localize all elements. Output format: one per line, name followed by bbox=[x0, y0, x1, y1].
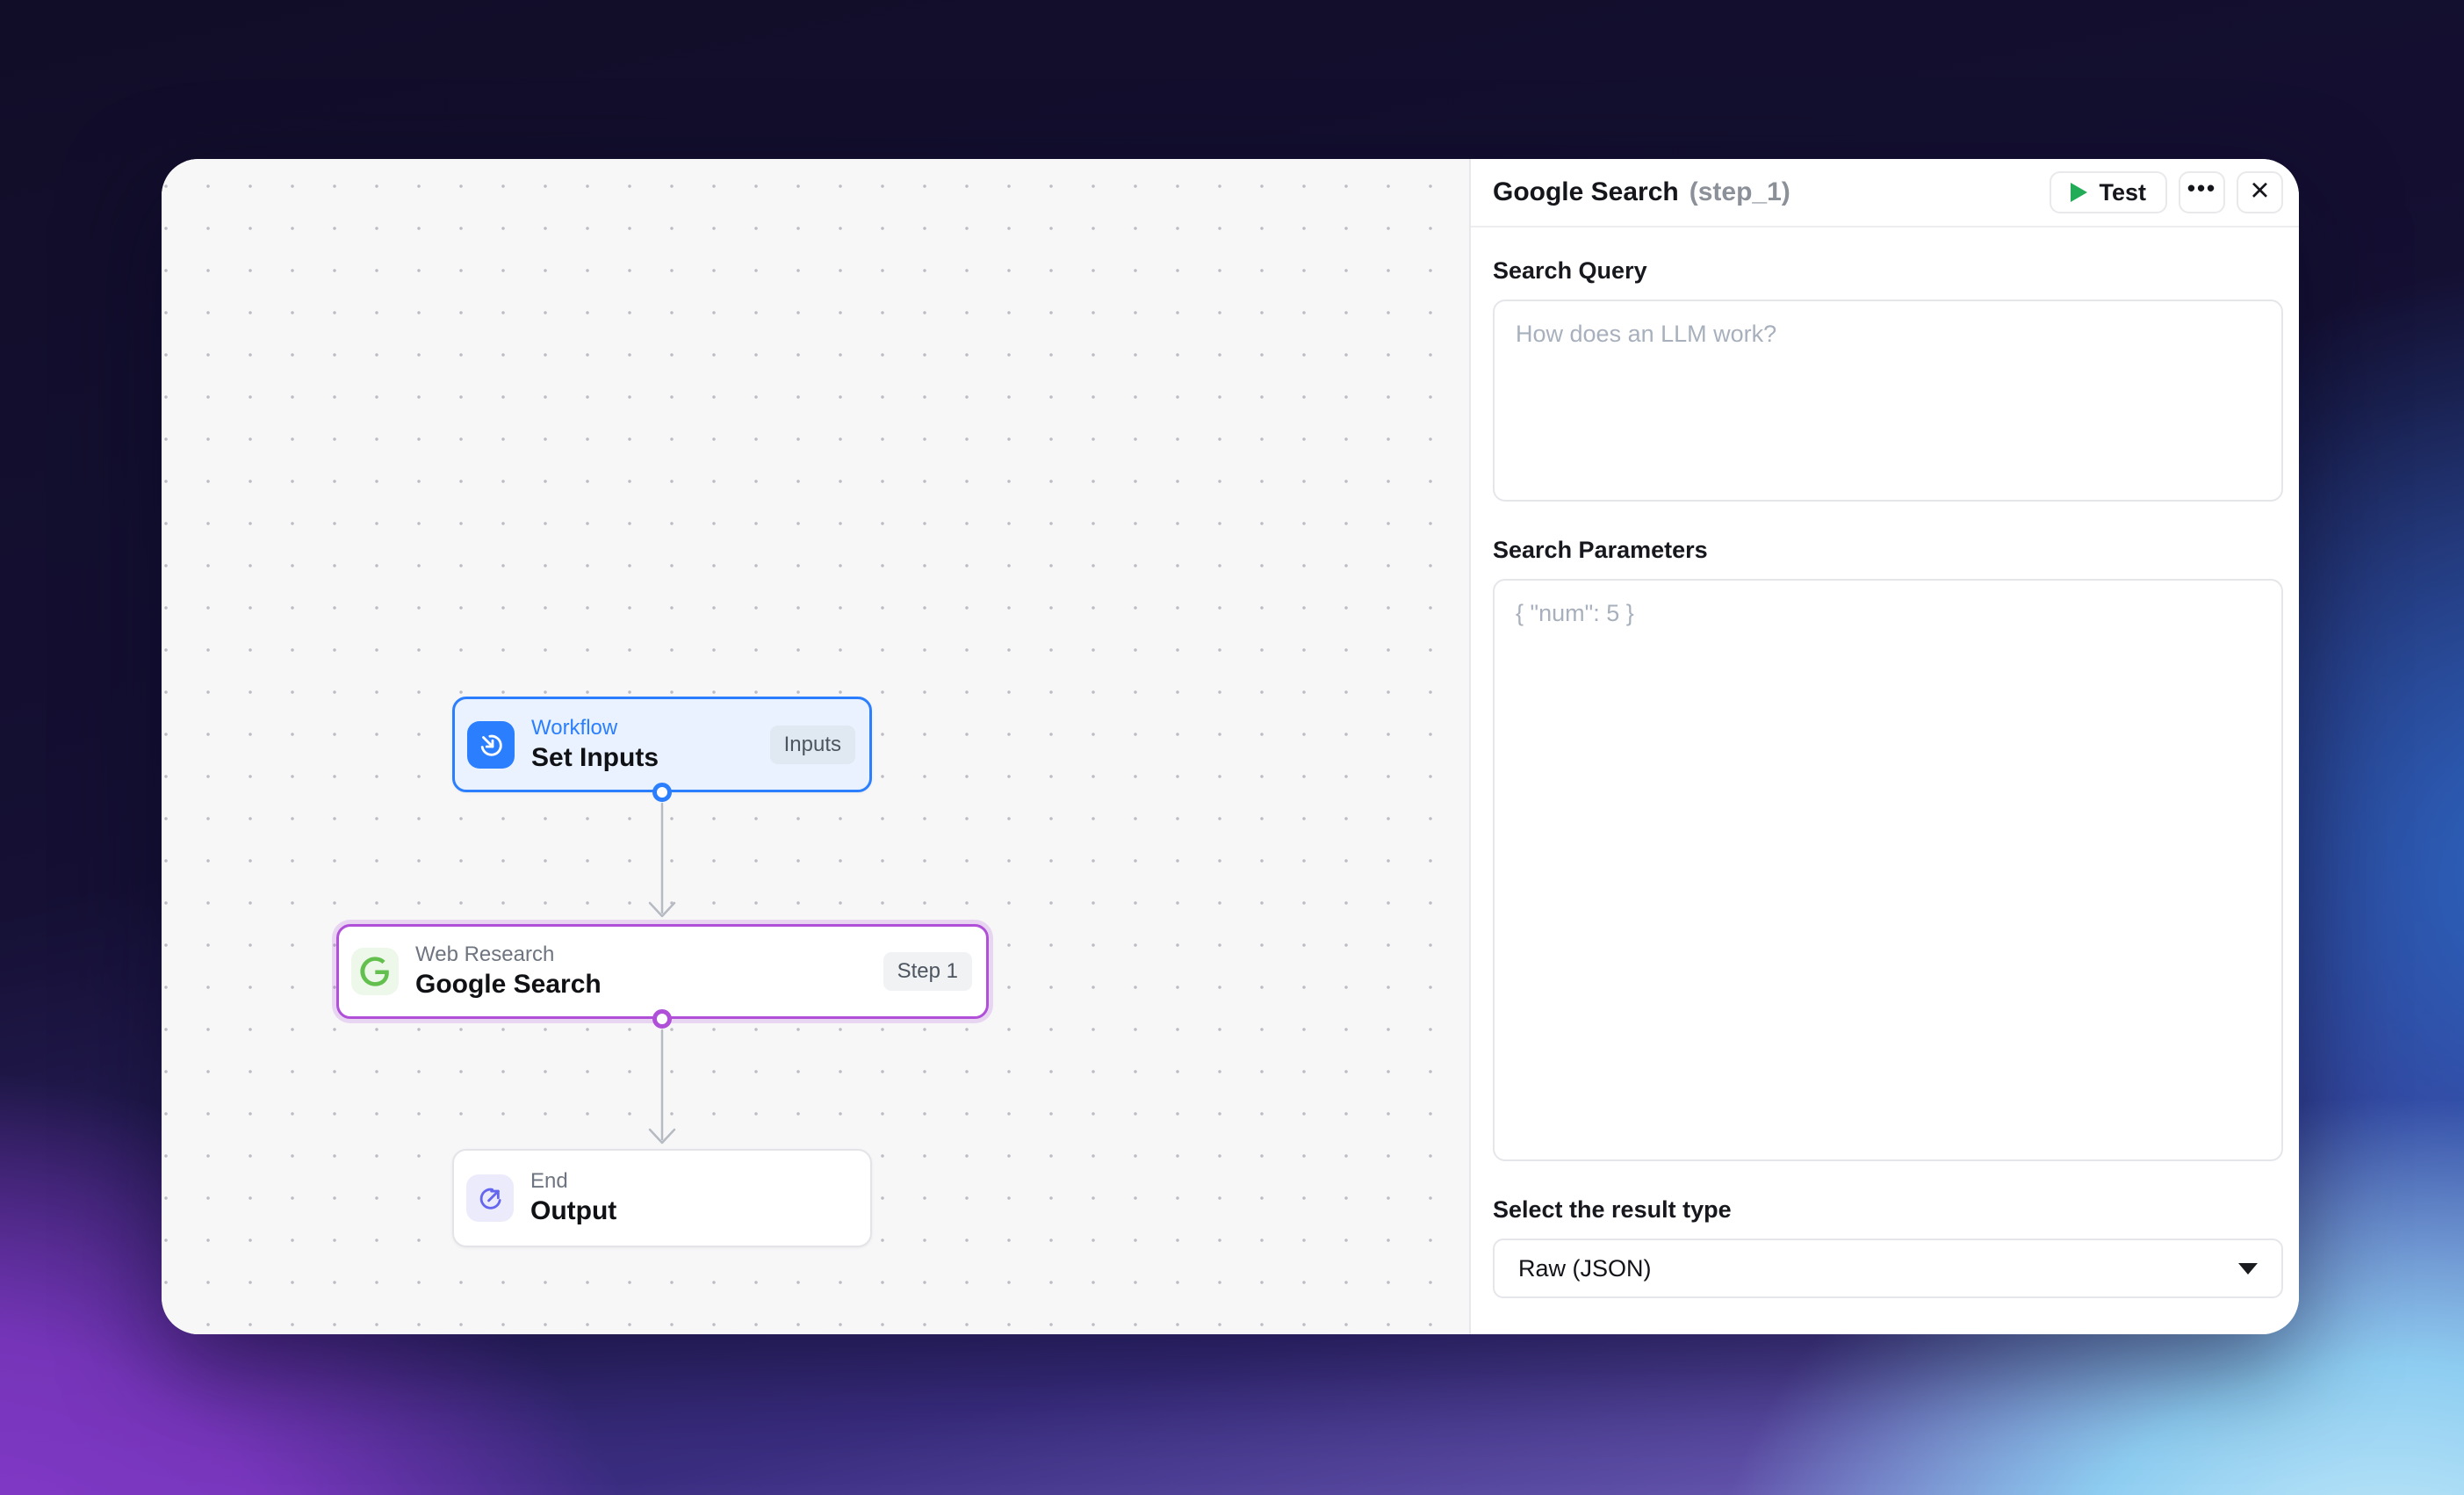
node-google-search[interactable]: Web Research Google Search Step 1 bbox=[336, 924, 989, 1019]
step-config-panel: Google Search (step_1) Test ••• × Search… bbox=[1469, 159, 2299, 1334]
connection-handle-set-inputs[interactable] bbox=[652, 783, 672, 802]
workflow-canvas[interactable]: Workflow Set Inputs Inputs Web Research … bbox=[162, 159, 1469, 1334]
test-button[interactable]: Test bbox=[2050, 171, 2167, 213]
node-title: Google Search bbox=[415, 970, 602, 1000]
node-badge-step: Step 1 bbox=[883, 952, 972, 991]
result-type-select[interactable]: Raw (JSON) bbox=[1493, 1239, 2283, 1298]
node-badge-inputs: Inputs bbox=[769, 725, 855, 764]
panel-header: Google Search (step_1) Test ••• × bbox=[1471, 159, 2299, 228]
arrow-into-circle-icon bbox=[467, 720, 515, 769]
node-category: Web Research bbox=[415, 942, 555, 967]
test-button-label: Test bbox=[2099, 178, 2146, 206]
panel-step-id: (step_1) bbox=[1689, 177, 1790, 206]
result-type-value: Raw (JSON) bbox=[1518, 1254, 1652, 1282]
search-query-label: Search Query bbox=[1493, 257, 1647, 284]
search-query-input[interactable] bbox=[1493, 300, 2283, 502]
search-parameters-label: Search Parameters bbox=[1493, 537, 1708, 563]
play-icon bbox=[2071, 183, 2088, 202]
connection-handle-google-search[interactable] bbox=[652, 1009, 672, 1029]
node-output[interactable]: End Output bbox=[452, 1149, 872, 1247]
app-window: Workflow Set Inputs Inputs Web Research … bbox=[162, 159, 2299, 1334]
header-actions: Test ••• × bbox=[2050, 171, 2283, 213]
result-type-label: Select the result type bbox=[1493, 1196, 1732, 1223]
caret-down-icon bbox=[2238, 1262, 2258, 1275]
more-options-button[interactable]: ••• bbox=[2179, 171, 2225, 213]
close-panel-button[interactable]: × bbox=[2237, 171, 2283, 213]
node-title: Output bbox=[530, 1196, 617, 1226]
close-icon: × bbox=[2250, 172, 2270, 209]
search-parameters-input[interactable] bbox=[1493, 579, 2283, 1161]
more-icon: ••• bbox=[2187, 175, 2217, 201]
node-category: Workflow bbox=[531, 715, 618, 740]
node-category: End bbox=[530, 1169, 568, 1194]
arrow-out-circle-icon bbox=[466, 1174, 514, 1222]
panel-body: Search Query Search Parameters Select th… bbox=[1471, 228, 2299, 1298]
google-g-icon bbox=[351, 948, 399, 995]
node-title: Set Inputs bbox=[531, 742, 659, 772]
node-set-inputs[interactable]: Workflow Set Inputs Inputs bbox=[452, 697, 872, 792]
panel-title: Google Search bbox=[1493, 177, 1679, 206]
